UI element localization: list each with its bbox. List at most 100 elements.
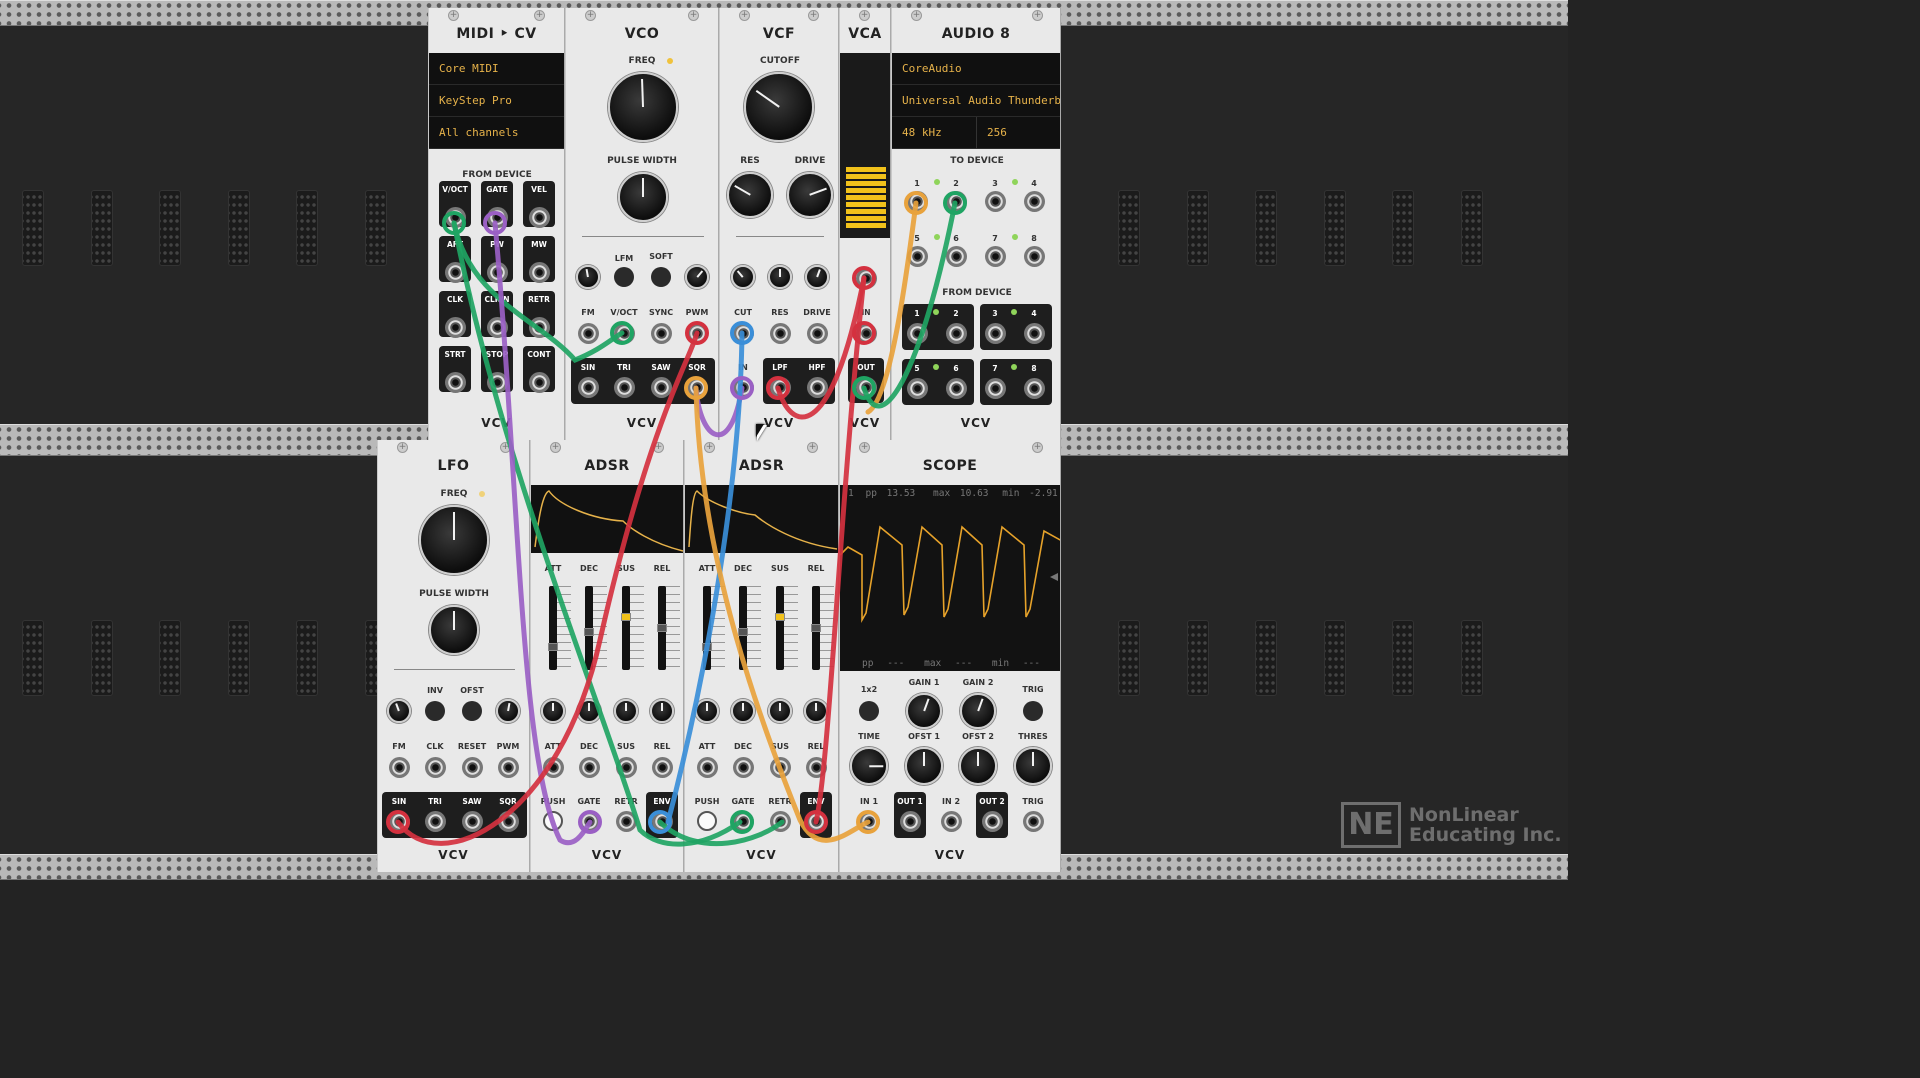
lfo-freq-knob[interactable] [419, 505, 489, 575]
vcf-cv-attenuator-knob[interactable] [768, 265, 792, 289]
audio-to-device-jack[interactable] [984, 245, 1006, 267]
midi-output-jack[interactable] [528, 206, 550, 228]
slider-handle[interactable] [548, 643, 558, 651]
vcf-drive-knob[interactable] [787, 172, 833, 218]
audio-to-device-jack[interactable] [1023, 245, 1045, 267]
adsr-2-module[interactable]: + + ADSR VCV ATT DEC SUS REL ATT DEC SUS REL PUS… [684, 440, 839, 872]
vcf-cv-attenuator-knob[interactable] [731, 265, 755, 289]
audio-from-device-jack[interactable] [945, 377, 967, 399]
cv-input-jack[interactable] [696, 756, 718, 778]
midi-output-jack[interactable] [486, 316, 508, 338]
vcf-output-jack[interactable] [769, 376, 791, 398]
midi-output-jack[interactable] [486, 206, 508, 228]
audio-to-device-jack[interactable] [1023, 190, 1045, 212]
lfo-output-jack[interactable] [461, 810, 483, 832]
cv-attenuator-knob[interactable] [577, 699, 601, 723]
audio-from-device-jack[interactable] [1023, 322, 1045, 344]
scope-input-jack[interactable] [940, 810, 962, 832]
audio-from-device-jack[interactable] [906, 377, 928, 399]
cv-input-jack[interactable] [805, 756, 827, 778]
audio-from-device-jack[interactable] [945, 322, 967, 344]
vco-output-jack[interactable] [613, 376, 635, 398]
retrig-input-jack[interactable] [769, 810, 791, 832]
vco-fm-attenuator-knob[interactable] [576, 265, 600, 289]
slider-handle[interactable] [621, 612, 631, 621]
vcf-output-jack[interactable] [806, 376, 828, 398]
lfo-pwm-attenuator-knob[interactable] [496, 699, 520, 723]
rel-slider[interactable] [657, 586, 667, 670]
cv-attenuator-knob[interactable] [804, 699, 828, 723]
vcf-input-jack[interactable] [806, 322, 828, 344]
lfo-output-jack[interactable] [388, 810, 410, 832]
slider-handle[interactable] [657, 624, 667, 632]
cv-attenuator-knob[interactable] [614, 699, 638, 723]
vcf-res-knob[interactable] [727, 172, 773, 218]
slider-handle[interactable] [775, 612, 785, 621]
slider-handle[interactable] [738, 627, 748, 636]
scope-input-jack[interactable] [1022, 810, 1044, 832]
audio-from-device-jack[interactable] [984, 322, 1006, 344]
lfm-switch[interactable] [614, 267, 634, 287]
soft-switch[interactable] [651, 267, 671, 287]
audio-to-device-jack[interactable] [906, 245, 928, 267]
slider-handle[interactable] [584, 627, 594, 636]
vcf-cutoff-knob[interactable] [744, 72, 814, 142]
vco-output-jack[interactable] [577, 376, 599, 398]
vco-pwm-attenuator-knob[interactable] [685, 265, 709, 289]
cv-input-jack[interactable] [578, 756, 600, 778]
sus-slider[interactable] [775, 586, 785, 670]
midi-output-jack[interactable] [444, 206, 466, 228]
cv-input-jack[interactable] [615, 756, 637, 778]
gate-input-jack[interactable] [732, 810, 754, 832]
cv-input-jack[interactable] [651, 756, 673, 778]
cv-attenuator-knob[interactable] [731, 699, 755, 723]
vca-audio-input-jack[interactable] [855, 322, 877, 344]
vco-output-jack[interactable] [686, 376, 708, 398]
slider-handle[interactable] [811, 624, 821, 632]
env-output-jack[interactable] [651, 810, 673, 832]
lfo-fm-attenuator-knob[interactable] [387, 699, 411, 723]
lfo-output-jack[interactable] [424, 810, 446, 832]
cv-attenuator-knob[interactable] [768, 699, 792, 723]
audio-driver-select[interactable]: CoreAudio [892, 53, 1060, 85]
adsr-1-module[interactable]: + + ADSR VCV ATT DEC SUS REL ATT DEC SUS REL PUS… [530, 440, 684, 872]
vcf-module[interactable]: + + VCF CUTOFF RES DRIVE VCV CUT RES DRIVE… [719, 8, 839, 440]
vcf-input-jack[interactable] [732, 322, 754, 344]
sus-slider[interactable] [621, 586, 631, 670]
vco-output-jack[interactable] [650, 376, 672, 398]
x2-switch[interactable] [859, 701, 879, 721]
lfo-pulse-width-knob[interactable] [429, 605, 479, 655]
midi-output-jack[interactable] [528, 316, 550, 338]
gain2-knob[interactable] [960, 693, 996, 729]
vcf-audio-input-jack[interactable] [732, 376, 754, 398]
block-size-select[interactable]: 256 [977, 117, 1060, 149]
cv-attenuator-knob[interactable] [650, 699, 674, 723]
thres-knob[interactable] [1014, 747, 1052, 785]
retrig-input-jack[interactable] [615, 810, 637, 832]
lfo-input-jack[interactable] [461, 756, 483, 778]
time-knob[interactable] [850, 747, 888, 785]
gain1-knob[interactable] [906, 693, 942, 729]
cv-input-jack[interactable] [542, 756, 564, 778]
midi-channel-select[interactable]: All channels [429, 117, 564, 149]
vcf-input-jack[interactable] [769, 322, 791, 344]
audio-to-device-jack[interactable] [945, 245, 967, 267]
midi-cv-module[interactable]: + + MIDI ‣ CV Core MIDI KeyStep Pro All … [428, 8, 565, 440]
lfo-input-jack[interactable] [424, 756, 446, 778]
inv-switch[interactable] [425, 701, 445, 721]
rel-slider[interactable] [811, 586, 821, 670]
midi-output-jack[interactable] [444, 371, 466, 393]
scope-output-jack[interactable] [899, 810, 921, 832]
trig-switch[interactable] [1023, 701, 1043, 721]
lfo-module[interactable]: + + LFO FREQ PULSE WIDTH VCV INV OFST FM CL… [377, 440, 530, 872]
scope-output-jack[interactable] [981, 810, 1003, 832]
lfo-input-jack[interactable] [497, 756, 519, 778]
midi-output-jack[interactable] [444, 261, 466, 283]
midi-device-select[interactable]: KeyStep Pro [429, 85, 564, 117]
vca-module[interactable]: + VCA IN OUT VCV [839, 8, 891, 440]
midi-output-jack[interactable] [486, 261, 508, 283]
vco-pulse-width-knob[interactable] [618, 172, 668, 222]
vco-input-jack[interactable] [613, 322, 635, 344]
dec-slider[interactable] [584, 586, 594, 670]
scope-module[interactable]: + + SCOPE 1 pp 13.53 max 10.63 min -2.91… [839, 440, 1061, 872]
